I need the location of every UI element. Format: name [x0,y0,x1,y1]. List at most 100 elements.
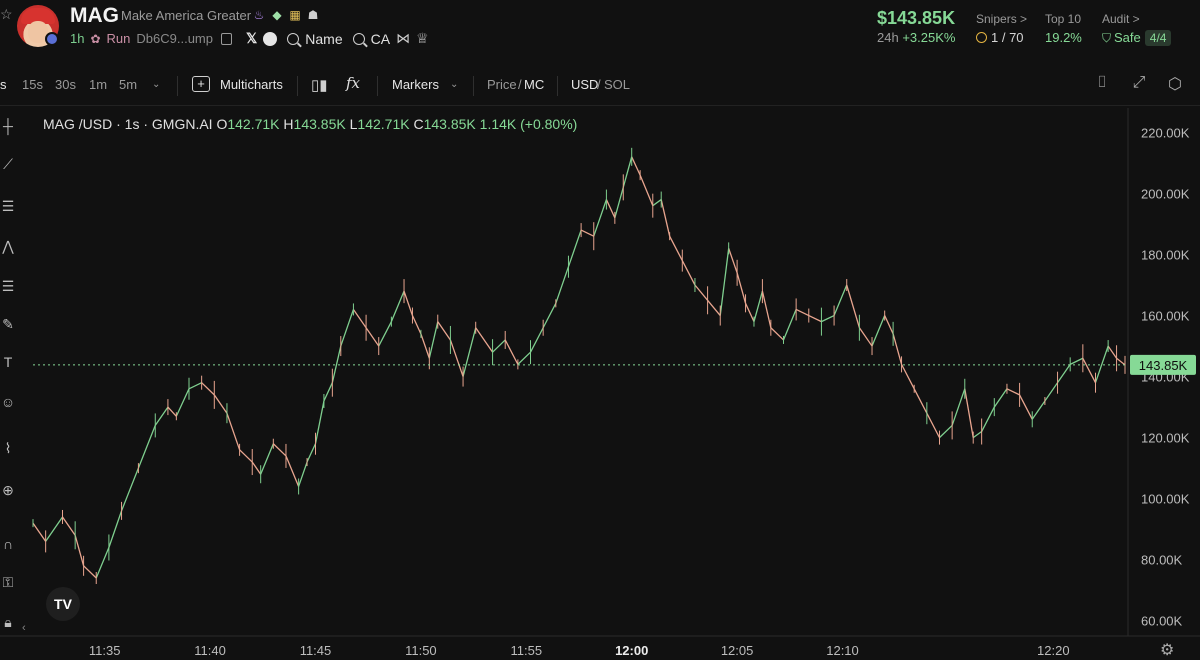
price-segment [323,382,333,402]
price-segment [1094,345,1109,383]
price-segment [475,327,494,353]
price-segment [1057,364,1071,384]
price-segment [213,394,228,414]
price-segment [660,199,671,237]
price-segment [707,299,721,316]
price-segment [449,339,464,377]
price-segment [1031,400,1046,420]
price-segment [669,235,683,261]
price-segment [884,315,894,335]
collapse-rail-icon[interactable]: ‹ [22,622,26,634]
price-segment [365,327,380,347]
price-segment [542,303,557,329]
x-tick-label: 11:40 [194,643,226,658]
price-segment [964,388,974,438]
legend-change: 1.14K (+0.80%) [479,116,578,132]
price-segment [567,229,582,267]
price-segment [821,314,835,323]
price-segment [403,290,414,316]
price-segment [652,199,662,207]
price-segment [846,284,861,328]
price-segment [45,516,64,542]
price-segment [913,388,928,414]
price-segment [314,400,325,444]
legend-high-value: 143.85K [293,116,346,132]
price-segment [871,315,886,347]
price-segment [1107,345,1118,359]
price-segment [175,388,190,417]
x-tick-label: 11:45 [300,643,332,658]
price-segment [378,321,392,347]
price-segment [437,321,451,341]
price-segment [260,443,274,475]
price-segment [340,309,355,347]
price-segment [728,248,738,274]
y-tick-label: 60.00K [1141,614,1183,629]
price-segment [83,565,97,579]
y-tick-label: 200.00K [1141,186,1190,201]
price-segment [833,284,848,316]
price-segment [744,303,755,322]
legend-low-value: 142.71K [357,116,410,132]
x-tick-label: 12:20 [1037,643,1070,658]
price-segment [120,467,140,512]
price-segment [32,522,47,542]
price-segment [201,382,215,396]
legend-high-label: H [283,116,294,132]
price-segment [1069,357,1084,365]
price-segment [108,510,123,548]
price-segment [580,229,595,237]
gear-icon[interactable]: ⚙ [1160,640,1174,660]
price-segment [95,547,110,579]
legend-pair: MAG /USD · 1s · GMGN.AI [43,116,213,132]
price-segment [492,339,506,353]
price-segment [390,290,405,322]
price-segment [939,424,953,439]
price-segment [631,156,641,176]
y-tick-label: 100.00K [1141,492,1190,507]
price-segment [462,327,477,377]
price-segment [306,443,317,463]
price-segment [239,449,253,463]
price-segment [782,309,797,341]
price-segment [808,314,822,323]
legend-close-value: 143.85K [423,116,476,132]
price-segment [529,327,544,353]
price-segment [1116,357,1126,366]
x-tick-label: 12:05 [721,643,754,658]
price-segment [428,321,439,359]
price-segment [719,248,730,316]
price-segment [993,388,1008,408]
price-segment [900,364,915,390]
price-segment [285,455,300,487]
price-segment [761,290,772,328]
price-chart[interactable]: 220.00K200.00K180.00K160.00K140.00K120.0… [0,0,1200,660]
price-segment [605,199,616,219]
legend-open-value: 142.71K [227,116,280,132]
price-segment [420,333,430,359]
price-segment [795,308,810,317]
last-price-label: 143.85K [1139,358,1188,373]
price-segment [858,327,873,347]
price-segment [137,425,156,469]
price-segment [74,535,85,566]
y-tick-label: 220.00K [1141,125,1190,140]
price-segment [753,290,764,322]
price-segment [61,516,76,536]
price-segment [1006,388,1020,396]
price-segment [736,272,747,304]
price-segment [272,443,287,457]
price-segment [1044,382,1059,402]
price-segment [411,315,422,335]
tradingview-logo[interactable]: TV [46,587,80,621]
price-segment [504,339,519,365]
price-segment [972,430,983,439]
y-tick-label: 80.00K [1141,553,1183,568]
x-tick-label: 12:00 [615,643,648,658]
x-tick-label: 12:10 [826,643,859,658]
price-segment [593,199,608,237]
price-segment [981,406,995,432]
price-segment [298,461,308,487]
price-segment [622,156,633,188]
x-tick-label: 11:35 [89,643,121,658]
